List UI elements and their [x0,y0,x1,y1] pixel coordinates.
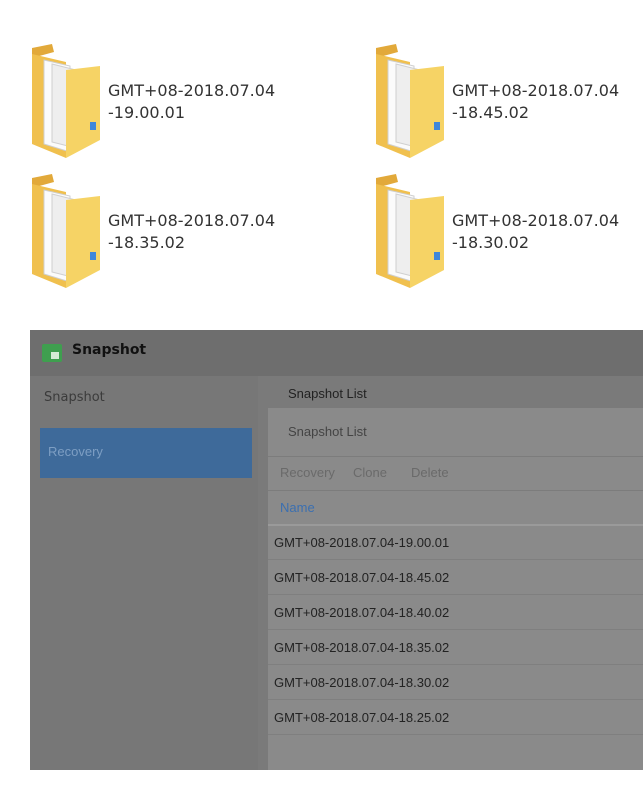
folder-item[interactable]: GMT+08-2018.07.04 -18.45.02 [374,40,643,158]
sidebar-item-recovery[interactable]: Recovery [40,428,252,478]
delete-button[interactable]: Delete [411,465,449,480]
main-header: Snapshot List [288,386,367,401]
snapshot-app-icon [42,344,62,362]
sidebar: Snapshot Recovery [30,376,258,770]
snapshot-name: GMT+08-2018.07.04-18.45.02 [274,570,450,585]
panel-title: Snapshot List [288,424,367,439]
table-row[interactable]: GMT+08-2018.07.04-18.25.02 [268,700,643,735]
folder-icon [376,174,444,288]
table-row[interactable]: GMT+08-2018.07.04-18.35.02 [268,630,643,665]
sidebar-header: Snapshot [44,390,105,405]
snapshot-name: GMT+08-2018.07.04-19.00.01 [274,535,450,550]
folder-icon [32,44,100,158]
folder-name: GMT+08-2018.07.04 -18.30.02 [452,211,620,252]
folder-name: GMT+08-2018.07.04 -18.45.02 [452,81,620,122]
table-row[interactable]: GMT+08-2018.07.04-18.30.02 [268,665,643,700]
title-bar: Snapshot [30,330,643,376]
clone-button[interactable]: Clone [353,465,387,480]
snapshot-list-panel: Snapshot List Recovery Clone Delete Name… [268,408,643,770]
folder-name: GMT+08-2018.07.04 -19.00.01 [108,81,276,122]
table-row[interactable]: GMT+08-2018.07.04-18.45.02 [268,560,643,595]
recovery-button[interactable]: Recovery [280,465,335,480]
toolbar: Recovery Clone Delete [268,456,643,491]
column-header-label: Name [280,500,315,515]
snapshot-name: GMT+08-2018.07.04-18.30.02 [274,675,450,690]
main-content: Snapshot List Snapshot List Recovery Clo… [258,376,643,770]
table-row[interactable]: GMT+08-2018.07.04-18.40.02 [268,595,643,630]
panel-title-bar: Snapshot List [268,408,643,457]
folder-name: GMT+08-2018.07.04 -18.35.02 [108,211,276,252]
app-title: Snapshot [72,342,147,358]
snapshot-name: GMT+08-2018.07.04-18.35.02 [274,640,450,655]
table-row[interactable]: GMT+08-2018.07.04-19.00.01 [268,525,643,560]
folder-item[interactable]: GMT+08-2018.07.04 -18.30.02 [374,170,643,288]
snapshot-name: GMT+08-2018.07.04-18.40.02 [274,605,450,620]
folder-item[interactable]: GMT+08-2018.07.04 -18.35.02 [30,170,330,288]
folder-icon [32,174,100,288]
snapshot-name: GMT+08-2018.07.04-18.25.02 [274,710,450,725]
folder-item[interactable]: GMT+08-2018.07.04 -19.00.01 [30,40,330,158]
snapshot-table: GMT+08-2018.07.04-19.00.01 GMT+08-2018.0… [268,525,643,735]
folder-icon [376,44,444,158]
column-header-name[interactable]: Name [268,491,643,526]
snapshot-app-window: Snapshot Snapshot Recovery Snapshot List… [30,330,643,770]
sidebar-item-label: Recovery [48,444,103,459]
